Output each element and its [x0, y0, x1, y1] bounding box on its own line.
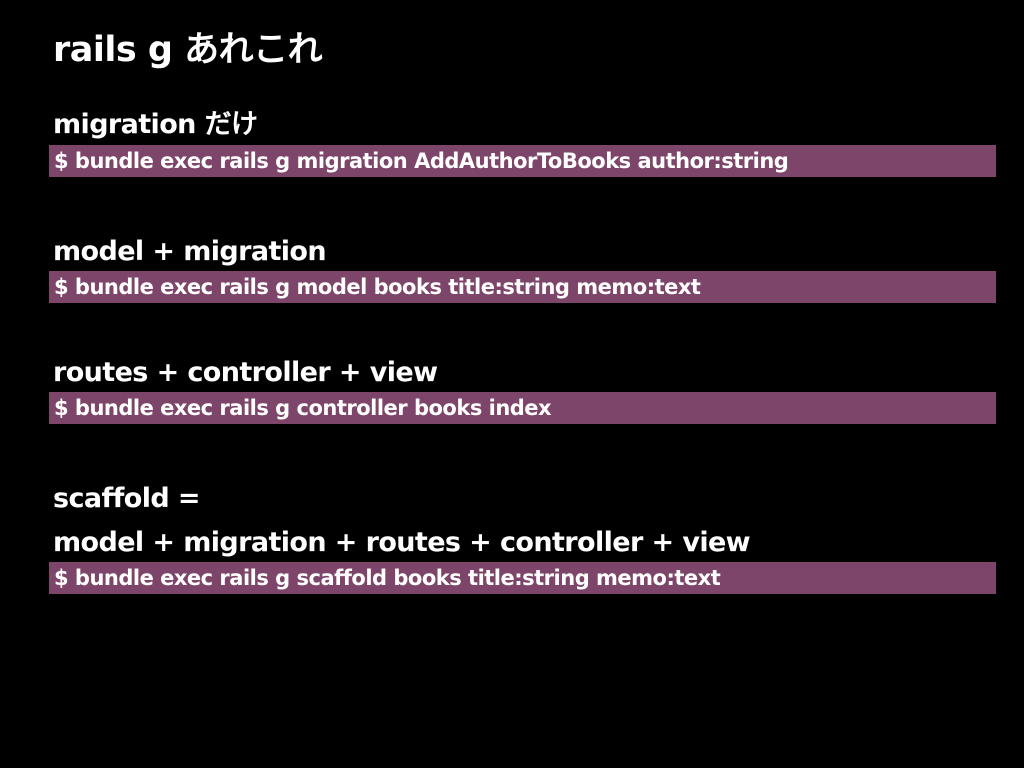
- command-model: $ bundle exec rails g model books title:…: [49, 271, 996, 303]
- section-heading-migration: migration だけ: [53, 109, 258, 140]
- section-heading-controller: routes + controller + view: [53, 357, 438, 388]
- command-controller: $ bundle exec rails g controller books i…: [49, 392, 996, 424]
- section-heading-model: model + migration: [53, 236, 327, 267]
- section-heading-scaffold: scaffold =: [53, 483, 201, 514]
- slide: rails g あれこれ migration だけ $ bundle exec …: [0, 0, 1024, 768]
- section-heading-scaffold-detail: model + migration + routes + controller …: [53, 527, 751, 558]
- command-migration: $ bundle exec rails g migration AddAutho…: [49, 145, 996, 177]
- command-scaffold: $ bundle exec rails g scaffold books tit…: [49, 562, 996, 594]
- slide-title: rails g あれこれ: [53, 30, 323, 70]
